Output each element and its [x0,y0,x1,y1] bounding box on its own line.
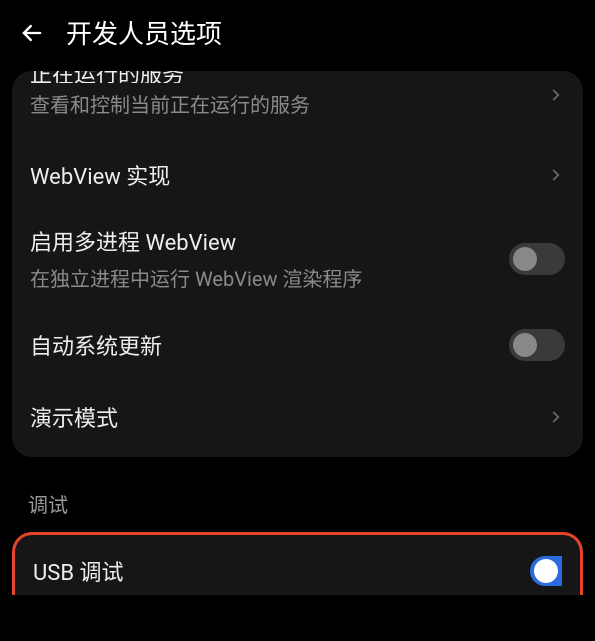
section-debug-label: 调试 [0,471,595,526]
multi-process-webview-toggle[interactable] [509,243,565,275]
auto-system-update-title: 自动系统更新 [30,329,497,361]
auto-system-update-toggle[interactable] [509,329,565,361]
chevron-right-icon [547,408,565,426]
demo-mode-title: 演示模式 [30,401,535,433]
row-running-services[interactable]: 正在运行的服务 查看和控制当前正在运行的服务 [24,71,571,139]
chevron-right-icon [547,166,565,184]
back-button[interactable] [18,19,46,47]
multi-process-webview-subtitle: 在独立进程中运行 WebView 渲染程序 [30,265,497,293]
multi-process-webview-title: 启用多进程 WebView [30,225,497,257]
webview-impl-title: WebView 实现 [30,159,535,191]
page-title: 开发人员选项 [66,14,222,51]
debug-card: USB 调试 [12,532,583,595]
row-auto-system-update[interactable]: 自动系统更新 [24,309,571,381]
usb-debug-toggle[interactable] [530,556,562,586]
row-webview-impl[interactable]: WebView 实现 [24,139,571,211]
toggle-knob-icon [534,559,558,583]
row-demo-mode[interactable]: 演示模式 [24,381,571,453]
running-services-subtitle: 查看和控制当前正在运行的服务 [30,91,535,119]
running-services-title: 正在运行的服务 [30,71,535,83]
usb-debug-title: USB 调试 [33,555,518,587]
row-multi-process-webview[interactable]: 启用多进程 WebView 在独立进程中运行 WebView 渲染程序 [24,211,571,309]
toggle-knob-icon [513,247,537,271]
toggle-knob-icon [513,333,537,357]
row-usb-debug[interactable]: USB 调试 [27,535,568,595]
chevron-right-icon [547,86,565,104]
